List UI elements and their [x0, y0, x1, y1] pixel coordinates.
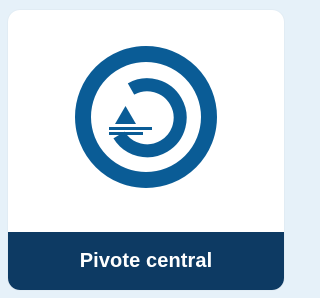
card-label-bar: Pivote central [8, 232, 284, 290]
pivote-central-card[interactable]: Pivote central [8, 10, 284, 290]
icon-area [8, 10, 284, 234]
card-label: Pivote central [79, 249, 213, 272]
center-pivot-irrigation-icon [75, 46, 217, 188]
